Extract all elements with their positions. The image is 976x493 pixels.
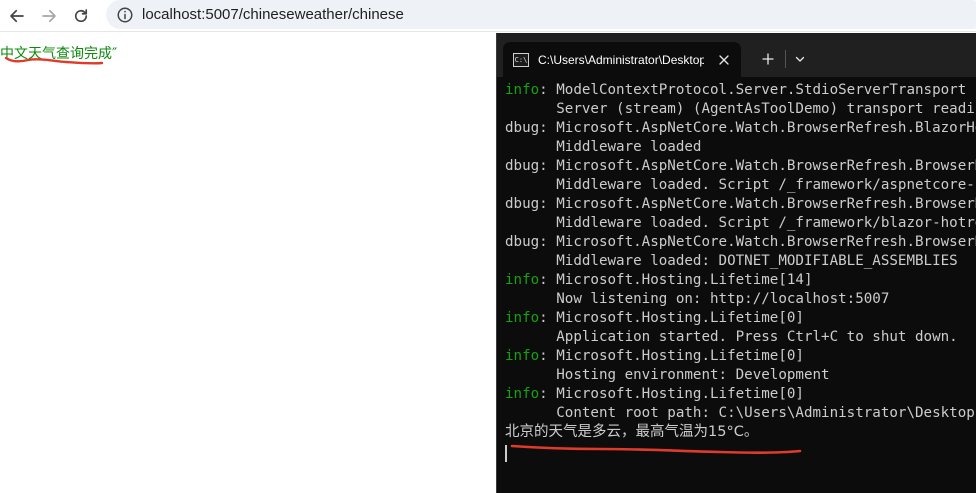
log-line: info: Microsoft.Hosting.Lifetime[0] [505,310,804,326]
log-level: dbug [505,158,540,174]
console-icon: C:\ [513,52,529,67]
browser-toolbar: localhost:5007/chineseweather/chinese [0,0,976,32]
tab-dropdown-button[interactable] [789,47,811,71]
weather-result-line: 北京的天气是多云，最高气温为15°C。 [505,424,759,440]
weather-result-message: 中文天气查询完成″ [0,46,118,62]
log-line: Middleware loaded. Script /_framework/bl… [505,214,976,233]
arrow-left-icon [10,9,24,22]
screen: localhost:5007/chineseweather/chinese 中文… [0,0,976,493]
close-icon [719,54,729,65]
log-lines: info: ModelContextProtocol.Server.StdioS… [505,81,976,423]
address-bar[interactable]: localhost:5007/chineseweather/chinese [106,0,976,29]
new-tab-button[interactable] [755,47,781,71]
chevron-down-icon [795,56,805,62]
log-message: Microsoft.Hosting.Lifetime[0] [556,310,804,326]
arrow-right-icon [42,9,56,22]
tab-separator [785,50,786,68]
log-message: Middleware loaded [556,139,702,155]
log-message: Microsoft.AspNetCore.Watch.BrowserRefres… [556,120,976,136]
log-message: Now listening on: http://localhost:5007 [556,291,890,307]
log-line: dbug: Microsoft.AspNetCore.Watch.Browser… [505,233,976,252]
log-message: Microsoft.AspNetCore.Watch.BrowserRefres… [556,234,976,250]
log-message: Hosting environment: Development [556,367,830,383]
reload-icon [74,8,88,22]
log-line: info: Microsoft.Hosting.Lifetime[14] [505,272,813,288]
site-info-icon[interactable] [116,6,134,24]
forward-button[interactable] [34,2,64,30]
log-line: Application started. Press Ctrl+C to shu… [505,328,976,347]
log-line: dbug: Microsoft.AspNetCore.Watch.Browser… [505,157,976,176]
terminal-output[interactable]: info: ModelContextProtocol.Server.StdioS… [505,81,976,493]
log-message: Microsoft.Hosting.Lifetime[0] [556,348,804,364]
log-message: Microsoft.Hosting.Lifetime[14] [556,272,813,288]
log-line: Middleware loaded [505,138,976,157]
log-line: info: Microsoft.Hosting.Lifetime[0] [505,386,804,402]
log-message: Microsoft.AspNetCore.Watch.BrowserRefres… [556,196,976,212]
log-level: info [505,82,540,98]
log-line: Content root path: C:\Users\Administrato… [505,404,976,423]
log-line: dbug: Microsoft.AspNetCore.Watch.Browser… [505,195,976,214]
log-line: Middleware loaded. Script /_framework/as… [505,176,976,195]
log-message: Middleware loaded. Script /_framework/bl… [556,215,976,231]
terminal-cursor [505,445,507,462]
log-message: Middleware loaded. Script /_framework/as… [556,177,976,193]
reload-button[interactable] [66,2,96,30]
log-level: dbug [505,120,540,136]
log-line: Server (stream) (AgentAsToolDemo) transp… [505,100,976,119]
log-message: Middleware loaded: DOTNET_MODIFIABLE_ASS… [556,253,958,269]
log-line: info: ModelContextProtocol.Server.StdioS… [505,82,967,98]
log-level: info [505,272,540,288]
log-line: Middleware loaded: DOTNET_MODIFIABLE_ASS… [505,252,976,271]
log-line: Hosting environment: Development [505,366,976,385]
back-button[interactable] [2,2,32,30]
log-level: info [505,386,540,402]
log-line: Now listening on: http://localhost:5007 [505,290,976,309]
log-message: Content root path: C:\Users\Administrato… [556,405,975,421]
log-message: Application started. Press Ctrl+C to shu… [556,329,958,345]
log-message: Microsoft.AspNetCore.Watch.BrowserRefres… [556,158,976,174]
log-line: dbug: Microsoft.AspNetCore.Watch.Browser… [505,119,976,138]
terminal-tab[interactable]: C:\ C:\Users\Administrator\Desktop [503,42,741,77]
log-line: info: Microsoft.Hosting.Lifetime[0] [505,348,804,364]
terminal-titlebar: C:\ C:\Users\Administrator\Desktop [497,33,976,77]
terminal-tab-title: C:\Users\Administrator\Desktop [538,52,704,67]
terminal-window: C:\ C:\Users\Administrator\Desktop info:… [496,33,976,493]
log-level: dbug [505,196,540,212]
plus-icon [762,53,774,65]
log-message: Server (stream) (AgentAsToolDemo) transp… [556,101,976,117]
log-level: info [505,348,540,364]
url-text: localhost:5007/chineseweather/chinese [142,6,404,23]
log-level: info [505,310,540,326]
log-message: Microsoft.Hosting.Lifetime[0] [556,386,804,402]
log-level: dbug [505,234,540,250]
tab-close-button[interactable] [714,50,734,70]
log-message: ModelContextProtocol.Server.StdioServerT… [556,82,967,98]
